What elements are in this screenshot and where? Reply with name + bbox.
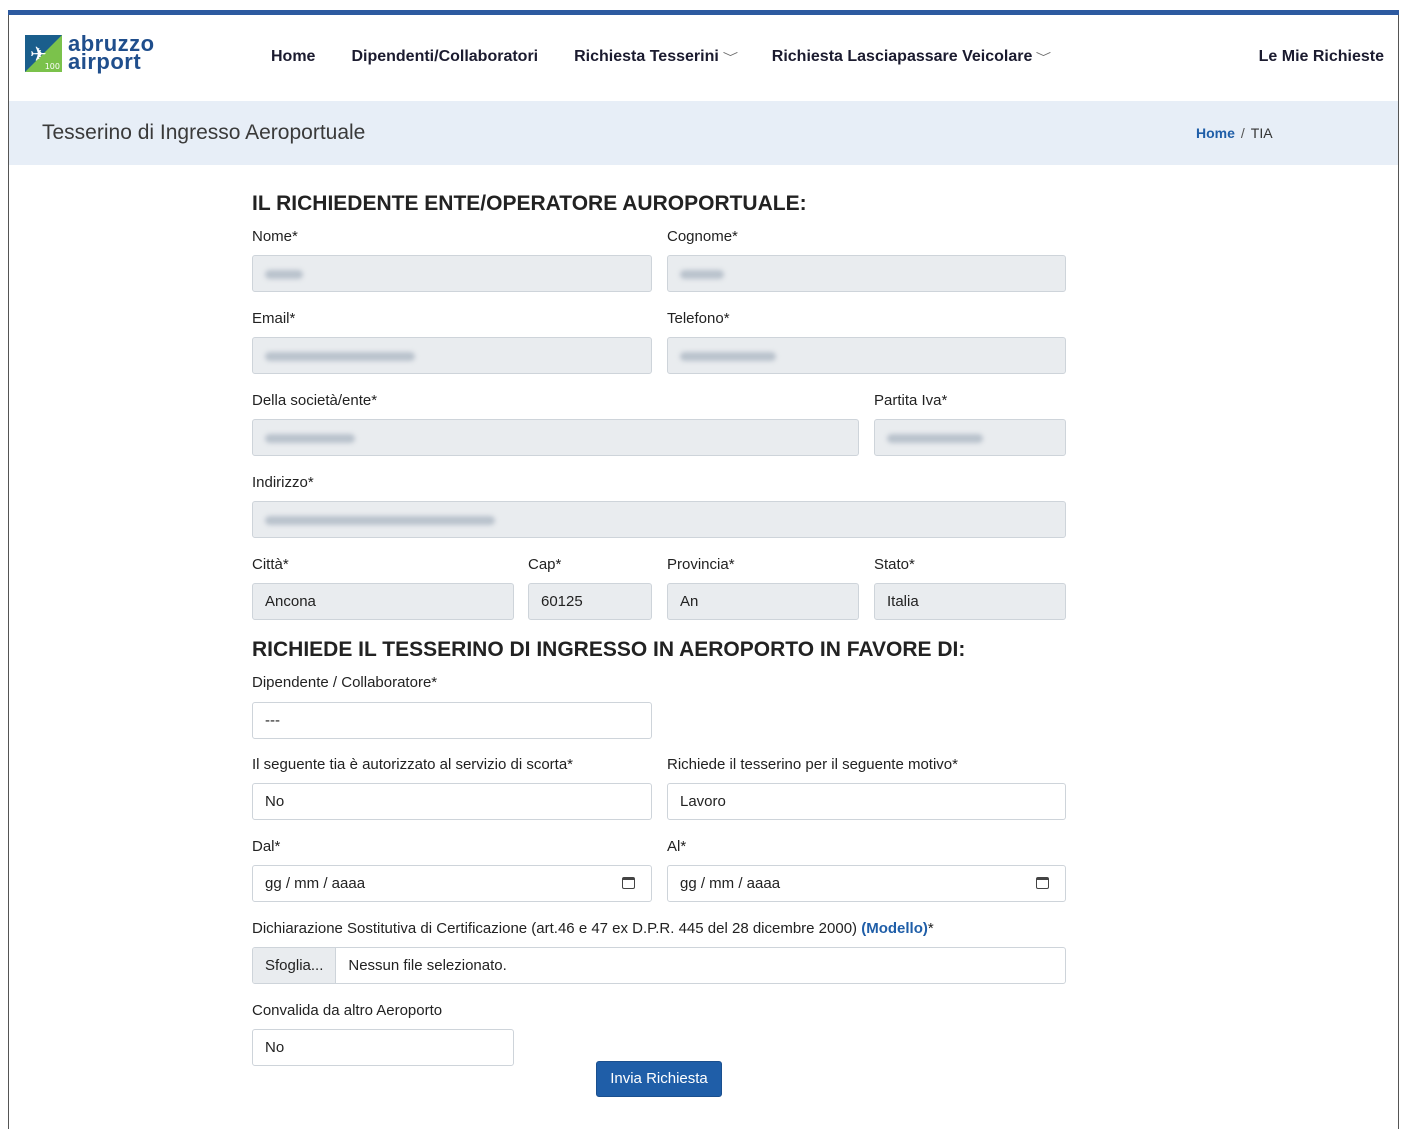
redacted-value [265,351,415,361]
cap-label: Cap* [528,556,562,573]
redacted-value [265,515,495,525]
societa-label: Della società/ente* [252,392,378,409]
nav-item-le-mie-richieste[interactable]: Le Mie Richieste [1259,48,1384,66]
provincia-field[interactable]: An [667,583,859,620]
motivo-label: Richiede il tesserino per il seguente mo… [667,756,958,773]
motivo-select[interactable]: Lavoro [667,783,1066,820]
section-title-favore-di: RICHIEDE IL TESSERINO DI INGRESSO IN AER… [252,638,966,661]
page-title: Tesserino di Ingresso Aeroportuale [42,121,366,144]
partita-iva-field[interactable] [874,419,1066,456]
calendar-icon[interactable] [622,877,635,889]
dal-placeholder: gg / mm / aaaa [265,875,366,892]
dichiarazione-label: Dichiarazione Sostitutiva di Certificazi… [252,920,934,937]
partita-iva-label: Partita Iva* [874,392,948,409]
email-label: Email* [252,310,296,327]
section-title-richiedente: IL RICHIEDENTE ENTE/OPERATORE AUROPORTUA… [252,192,807,215]
nav-item-dipendenti[interactable]: Dipendenti/Collaboratori [351,48,538,66]
dichiarazione-file-input[interactable]: Sfoglia... Nessun file selezionato. [252,947,1066,984]
cap-field[interactable]: 60125 [528,583,652,620]
convalida-select[interactable]: No [252,1029,514,1066]
email-field[interactable] [252,337,652,374]
calendar-icon[interactable] [1036,877,1049,889]
cognome-label: Cognome* [667,228,738,245]
scorta-label: Il seguente tia è autorizzato al servizi… [252,756,573,773]
stato-field[interactable]: Italia [874,583,1066,620]
nome-field[interactable] [252,255,652,292]
convalida-label: Convalida da altro Aeroporto [252,1002,443,1019]
window-border-right [1398,10,1399,1129]
citta-label: Città* [252,556,289,573]
al-placeholder: gg / mm / aaaa [680,875,781,892]
chevron-down-icon: ﹀ [1036,52,1052,64]
redacted-value [265,433,355,443]
redacted-value [265,269,303,279]
dal-date-input[interactable]: gg / mm / aaaa [252,865,652,902]
dipendente-select[interactable]: --- [252,702,652,739]
page-header: Tesserino di Ingresso Aeroportuale Home /… [9,101,1398,165]
window-border-left [8,10,9,1129]
redacted-value [680,269,724,279]
stato-label: Stato* [874,556,915,573]
scorta-select[interactable]: No [252,783,652,820]
file-status: Nessun file selezionato. [348,957,507,974]
al-date-input[interactable]: gg / mm / aaaa [667,865,1066,902]
telefono-field[interactable] [667,337,1066,374]
logo-wordmark: abruzzo airport [68,31,155,74]
browse-button[interactable]: Sfoglia... [253,948,337,983]
societa-field[interactable] [252,419,859,456]
modello-link[interactable]: (Modello) [861,920,928,937]
cognome-field[interactable] [667,255,1066,292]
chevron-down-icon: ﹀ [722,52,738,64]
redacted-value [887,433,983,443]
invia-richiesta-button[interactable]: Invia Richiesta [596,1061,722,1097]
al-label: Al* [667,838,687,855]
dipendente-label: Dipendente / Collaboratore* [252,674,438,691]
main-nav: Home Dipendenti/Collaboratori Richiesta … [271,48,1085,66]
provincia-label: Provincia* [667,556,735,573]
navbar: ✈ 100 abruzzo airport Home Dipendenti/Co… [9,15,1398,101]
nav-item-richiesta-lasciapassare[interactable]: Richiesta Lasciapassare Veicolare ﹀ [772,48,1052,66]
breadcrumb-home-link[interactable]: Home [1196,125,1235,141]
nome-label: Nome* [252,228,298,245]
telefono-label: Telefono* [667,310,730,327]
site-logo[interactable]: ✈ 100 abruzzo airport [25,33,155,73]
nav-item-richiesta-tesserini[interactable]: Richiesta Tesserini ﹀ [574,48,738,66]
breadcrumb-current: TIA [1250,125,1273,141]
airplane-logo-icon: ✈ 100 [25,34,62,72]
indirizzo-field[interactable] [252,501,1066,538]
redacted-value [680,351,776,361]
nav-item-home[interactable]: Home [271,48,315,66]
breadcrumb: Home / TIA [1196,125,1273,141]
dal-label: Dal* [252,838,281,855]
indirizzo-label: Indirizzo* [252,474,314,491]
breadcrumb-separator: / [1240,125,1245,141]
citta-field[interactable]: Ancona [252,583,514,620]
